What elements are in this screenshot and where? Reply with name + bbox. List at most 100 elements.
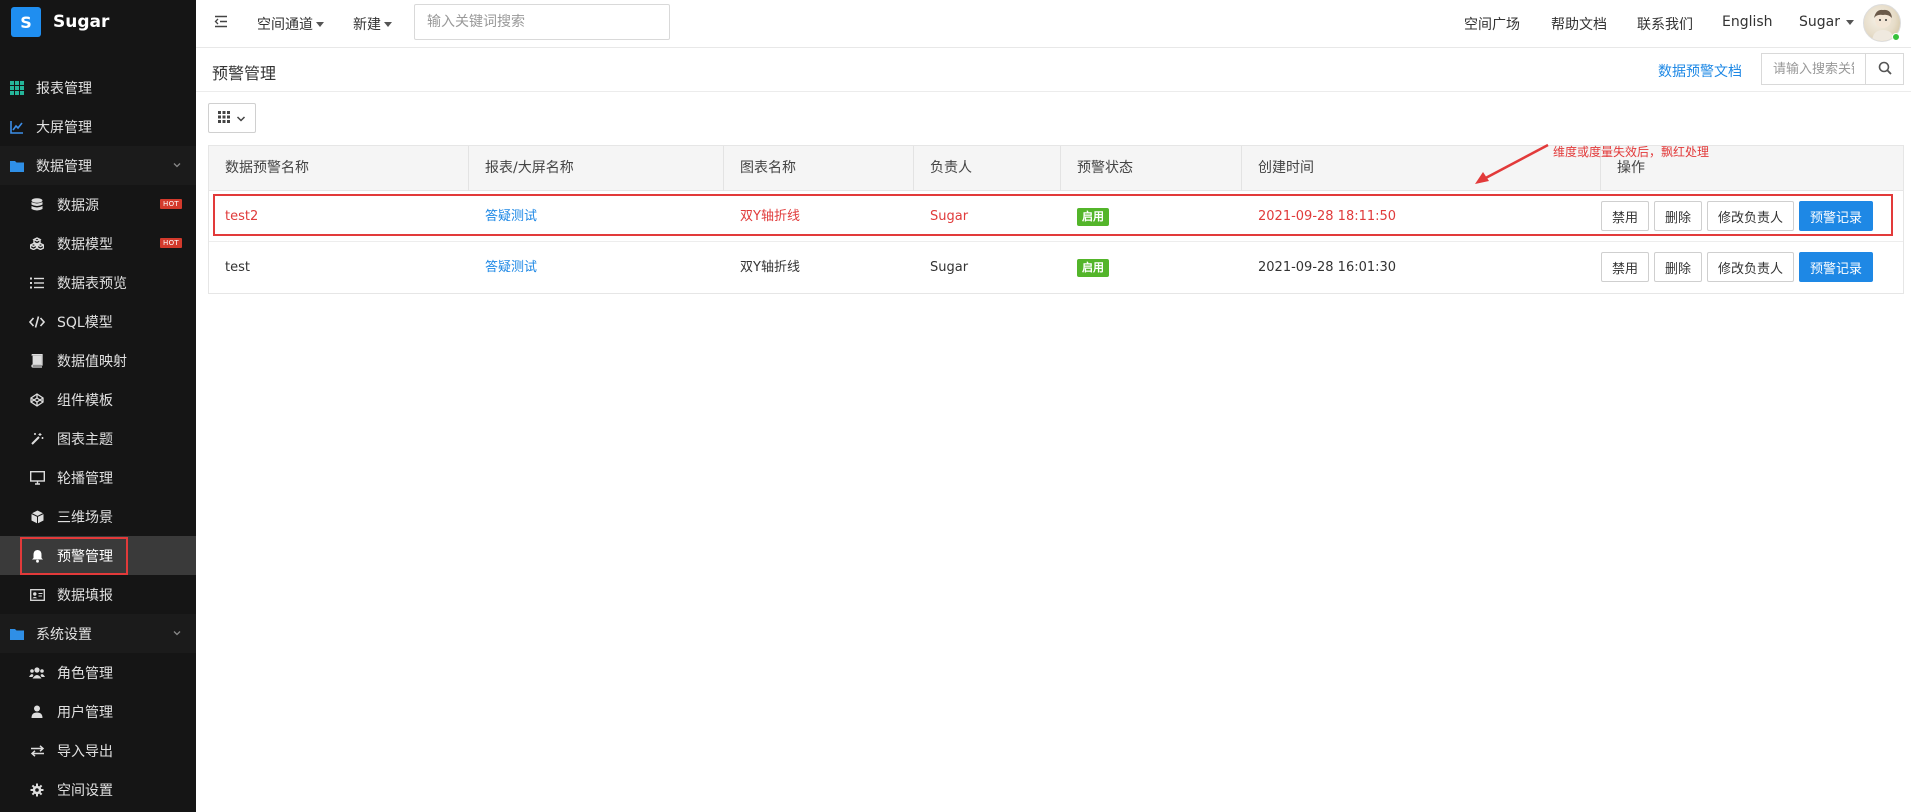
sidebar-item-space-settings[interactable]: 空间设置 — [0, 770, 196, 809]
folder-icon — [9, 158, 25, 174]
header-search-input[interactable] — [414, 4, 670, 40]
column-header: 负责人 — [914, 146, 1061, 191]
chart-name-cell: 双Y轴折线 — [740, 260, 800, 275]
space-square-link[interactable]: 空间广场 — [1464, 14, 1520, 34]
sidebar-item-table-preview[interactable]: 数据表预览 — [0, 263, 196, 302]
list-icon — [29, 275, 45, 291]
sidebar-item-sql-model[interactable]: SQL模型 — [0, 302, 196, 341]
sidebar-item-label: 轮播管理 — [57, 470, 113, 487]
cubes-icon — [29, 236, 45, 252]
sidebar-item-users[interactable]: 用户管理 — [0, 692, 196, 731]
user-name: Sugar — [1799, 14, 1840, 30]
sidebar-item-label: 导入导出 — [57, 743, 113, 760]
sidebar-item-import-export[interactable]: 导入导出 — [0, 731, 196, 770]
sidebar-item-chart-theme[interactable]: 图表主题 — [0, 419, 196, 458]
sidebar-item-label: 数据模型 — [57, 236, 113, 253]
user-menu[interactable]: Sugar — [1799, 14, 1854, 30]
sidebar-item-datamodel[interactable]: 数据模型 HOT — [0, 224, 196, 263]
alert-name-cell: test2 — [225, 209, 259, 224]
alert-records-button[interactable]: 预警记录 — [1799, 252, 1874, 282]
language-link[interactable]: English — [1722, 14, 1773, 30]
caret-down-icon — [384, 21, 392, 27]
sidebar-item-roles[interactable]: 角色管理 — [0, 653, 196, 692]
change-owner-button[interactable]: 修改负责人 — [1707, 201, 1795, 231]
column-toggle-button[interactable] — [208, 103, 256, 133]
sidebar-item-label: 用户管理 — [57, 704, 113, 721]
sidebar-item-label: 数据填报 — [57, 587, 113, 604]
sidebar-item-carousel[interactable]: 轮播管理 — [0, 458, 196, 497]
status-cell: 启用 — [1061, 191, 1109, 242]
sidebar-item-alert[interactable]: 预警管理 — [0, 536, 196, 575]
created-time-cell: 2021-09-28 18:11:50 — [1258, 209, 1397, 224]
new-menu[interactable]: 新建 — [353, 14, 392, 34]
sidebar-group-data[interactable]: 数据管理 — [0, 146, 196, 185]
users-icon — [29, 665, 45, 681]
status-cell: 启用 — [1061, 242, 1109, 293]
monitor-icon — [29, 470, 45, 486]
column-header: 图表名称 — [724, 146, 914, 191]
magic-wand-icon — [29, 431, 45, 447]
user-icon — [29, 704, 45, 720]
sidebar-group-system[interactable]: 系统设置 — [0, 614, 196, 653]
status-badge: 启用 — [1077, 258, 1109, 277]
grid-icon — [218, 110, 230, 126]
sidebar-item-report[interactable]: 报表管理 — [0, 68, 196, 107]
caret-down-icon — [1845, 19, 1854, 25]
sidebar-item-datasource[interactable]: 数据源 HOT — [0, 185, 196, 224]
sidebar: S Sugar 报表管理 大屏管理 数据管理 数据源 HOT 数据模型 HOT … — [0, 0, 196, 812]
exchange-icon — [29, 743, 45, 759]
brand-logo: S — [11, 7, 41, 37]
page-titlebar: 预警管理 数据预警文档 — [196, 48, 1911, 92]
chevron-down-icon — [172, 158, 182, 174]
sidebar-toggle-icon[interactable] — [214, 15, 228, 32]
sidebar-item-component-template[interactable]: 组件模板 — [0, 380, 196, 419]
alert-docs-link[interactable]: 数据预警文档 — [1658, 61, 1742, 81]
sidebar-item-label: 三维场景 — [57, 509, 113, 526]
sidebar-item-label: 系统设置 — [36, 626, 92, 643]
code-icon — [29, 314, 45, 330]
report-link[interactable]: 答疑测试 — [469, 242, 537, 293]
sidebar-item-value-mapping[interactable]: 数据值映射 — [0, 341, 196, 380]
sidebar-nav: 报表管理 大屏管理 数据管理 数据源 HOT 数据模型 HOT 数据表预览 SQ… — [0, 68, 196, 809]
page-title: 预警管理 — [212, 64, 277, 83]
disable-button[interactable]: 禁用 — [1601, 252, 1650, 282]
brand-name: Sugar — [53, 12, 110, 32]
alert-records-button[interactable]: 预警记录 — [1799, 201, 1874, 231]
row-actions: 禁用 删除 修改负责人 预警记录 — [1601, 201, 1874, 231]
alert-search-input[interactable] — [1761, 53, 1865, 85]
search-icon — [1878, 61, 1892, 78]
contact-link[interactable]: 联系我们 — [1637, 14, 1693, 34]
delete-button[interactable]: 删除 — [1654, 252, 1703, 282]
status-badge: 启用 — [1077, 207, 1109, 226]
change-owner-button[interactable]: 修改负责人 — [1707, 252, 1795, 282]
delete-button[interactable]: 删除 — [1654, 201, 1703, 231]
annotation-text: 维度或度量失效后，飘红处理 — [1553, 145, 1710, 159]
gear-icon — [29, 782, 45, 798]
caret-down-icon — [316, 21, 324, 27]
table-row: test2 答疑测试 双Y轴折线 Sugar 启用 2021-09-28 18:… — [209, 191, 1903, 242]
sidebar-item-label: 空间设置 — [57, 782, 113, 799]
disable-button[interactable]: 禁用 — [1601, 201, 1650, 231]
search-button[interactable] — [1865, 53, 1904, 85]
sidebar-item-screen[interactable]: 大屏管理 — [0, 107, 196, 146]
sidebar-item-data-fill[interactable]: 数据填报 — [0, 575, 196, 614]
sidebar-item-3d-scene[interactable]: 三维场景 — [0, 497, 196, 536]
chevron-down-icon — [172, 626, 182, 642]
bell-icon — [29, 548, 45, 564]
alert-table: 数据预警名称 报表/大屏名称 图表名称 负责人 预警状态 创建时间 操作 tes… — [208, 145, 1904, 294]
owner-cell: Sugar — [930, 260, 969, 275]
sidebar-item-label: 角色管理 — [57, 665, 113, 682]
hot-badge: HOT — [160, 238, 182, 248]
brand[interactable]: S Sugar — [0, 0, 196, 44]
database-icon — [29, 197, 45, 213]
help-docs-link[interactable]: 帮助文档 — [1551, 14, 1607, 34]
space-channel-menu[interactable]: 空间通道 — [257, 14, 324, 34]
sidebar-item-label: 预警管理 — [57, 548, 113, 565]
top-header: 空间通道 新建 空间广场 帮助文档 联系我们 English Sugar — [196, 0, 1911, 48]
row-actions: 禁用 删除 修改负责人 预警记录 — [1601, 252, 1874, 282]
id-card-icon — [29, 587, 45, 603]
line-chart-icon — [9, 119, 25, 135]
sidebar-item-label: 组件模板 — [57, 392, 113, 409]
report-link[interactable]: 答疑测试 — [469, 191, 537, 242]
new-menu-label: 新建 — [353, 17, 381, 33]
